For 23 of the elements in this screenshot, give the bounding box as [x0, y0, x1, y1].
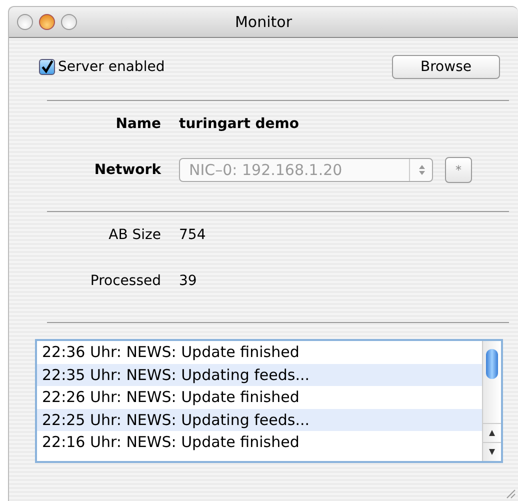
- server-enabled-label[interactable]: Server enabled: [58, 59, 165, 75]
- window-title: Monitor: [234, 13, 292, 31]
- stat-value: 754: [179, 227, 206, 243]
- zoom-button[interactable]: [61, 14, 77, 30]
- log-entry: 22:36 Uhr: NEWS: Update finished: [41, 342, 300, 363]
- stat-label: AB Size: [108, 227, 162, 243]
- scrollbar[interactable]: [482, 341, 501, 461]
- log-entry: 22:25 Uhr: NEWS: Updating feeds...: [37, 408, 482, 431]
- stat-label: Processed: [89, 273, 162, 289]
- stat-value: 39: [179, 273, 197, 289]
- log-entry: 22:16 Uhr: NEWS: Update finished: [41, 432, 300, 453]
- up-down-arrows-icon: [409, 159, 426, 181]
- name-value: turingart demo: [179, 116, 299, 132]
- checkbox[interactable]: [39, 59, 55, 75]
- minimize-button[interactable]: [39, 14, 55, 30]
- resize-grip-icon[interactable]: [504, 487, 516, 499]
- log-entry: 22:35 Uhr: NEWS: Updating feeds...: [37, 364, 482, 386]
- scroll-thumb[interactable]: [486, 349, 498, 379]
- network-label: Network: [93, 162, 162, 178]
- browse-button[interactable]: Browse: [392, 55, 500, 79]
- log-entry: 22:26 Uhr: NEWS: Update finished: [41, 387, 300, 408]
- close-button[interactable]: [17, 14, 33, 30]
- name-label: Name: [114, 116, 162, 132]
